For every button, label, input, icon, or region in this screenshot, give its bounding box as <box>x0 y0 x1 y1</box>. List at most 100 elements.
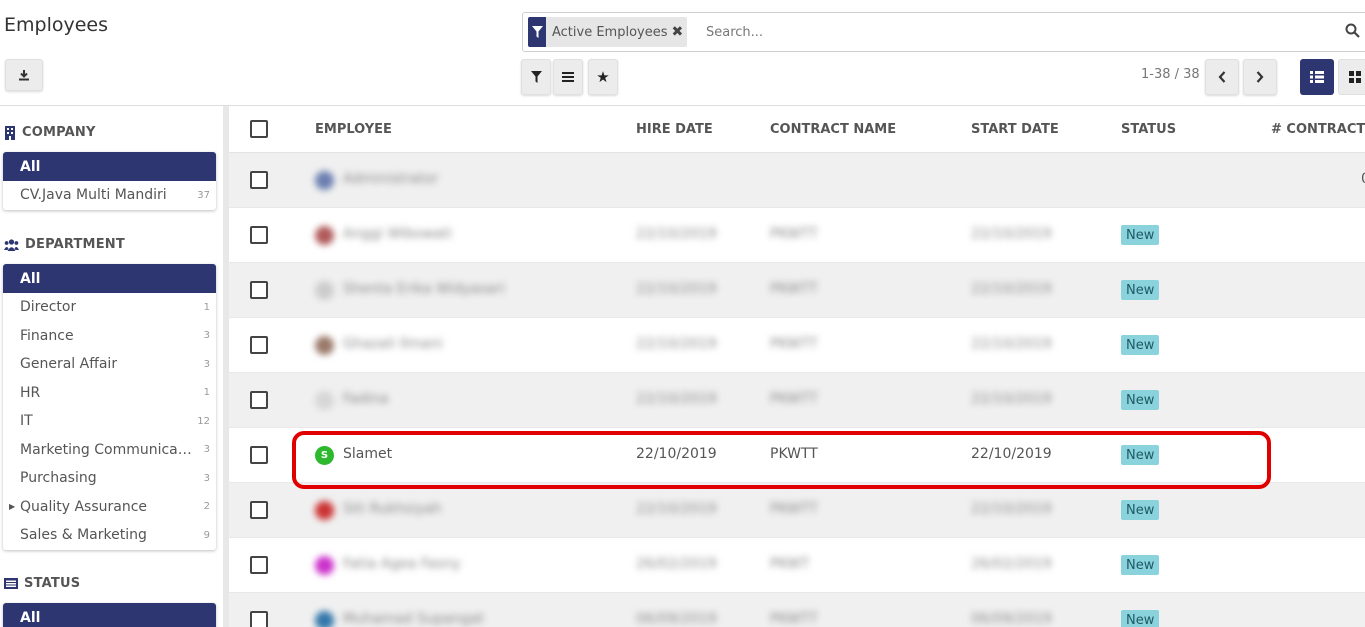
item-label: CV.Java Multi Mandiri <box>20 187 167 204</box>
employee-name: Administrator <box>343 171 439 187</box>
row-checkbox[interactable] <box>250 446 268 464</box>
employee-table: EMPLOYEE HIRE DATE CONTRACT NAME START D… <box>229 106 1365 627</box>
company-item-cv-java-multi-mandiri[interactable]: CV.Java Multi Mandiri 37 <box>3 181 216 210</box>
table-row[interactable]: Ghazali Ilmani 22/10/2019 PKWTT 22/10/2019 N… <box>229 318 1365 373</box>
table-row[interactable]: Administrator 0 <box>229 153 1365 208</box>
list-view-icon <box>1310 71 1324 83</box>
status-list-icon <box>4 578 18 589</box>
column-start-date[interactable]: START DATE <box>971 122 1059 137</box>
row-checkbox[interactable] <box>250 226 268 244</box>
column-status[interactable]: STATUS <box>1121 122 1176 137</box>
employee-name: Fadina <box>343 391 389 407</box>
item-label: Marketing Communicat... <box>20 441 195 458</box>
start-date: 22/10/2019 <box>971 391 1052 407</box>
contract-name: PKWTT <box>770 281 818 297</box>
item-count: 2 <box>203 501 210 513</box>
search-input[interactable] <box>706 21 1266 43</box>
column-hire-date[interactable]: HIRE DATE <box>636 122 713 137</box>
chevron-right-icon <box>1256 71 1264 83</box>
item-count: 9 <box>203 529 210 541</box>
filter-icon <box>528 17 546 47</box>
row-checkbox[interactable] <box>250 611 268 627</box>
search-bar[interactable]: Active Employees ✖ <box>522 12 1365 52</box>
table-row[interactable]: Muhamad Supangat 06/09/2019 PKWTT 06/09/201… <box>229 593 1365 627</box>
department-item-sales-marketing[interactable]: Sales & Marketing 9 <box>3 521 216 550</box>
item-label: Finance <box>20 327 74 344</box>
employees-page: Employees Active Employees ✖ ★ 1-38 / 38 <box>0 0 1365 627</box>
list-icon <box>562 72 574 82</box>
item-count: 1 <box>203 387 210 399</box>
contract-name: PKWTT <box>770 336 818 352</box>
department-item-it[interactable]: IT 12 <box>3 407 216 436</box>
hire-date: 06/09/2019 <box>636 611 717 627</box>
row-checkbox[interactable] <box>250 556 268 574</box>
search-facet-active-employees[interactable]: Active Employees ✖ <box>528 17 688 47</box>
download-button[interactable] <box>5 59 43 91</box>
column-contract-name[interactable]: CONTRACT NAME <box>770 122 896 137</box>
favorites-button[interactable]: ★ <box>588 59 618 95</box>
pager-previous-button[interactable] <box>1205 59 1239 95</box>
status-title: STATUS <box>24 576 81 591</box>
start-date: 22/10/2019 <box>971 226 1052 242</box>
row-checkbox[interactable] <box>250 501 268 519</box>
contracts-count: 0 <box>1361 171 1365 187</box>
column-contracts[interactable]: # CONTRACTS <box>1271 122 1365 137</box>
item-count: 3 <box>203 472 210 484</box>
pager-value[interactable]: 1-38 / 38 <box>1141 67 1200 82</box>
department-item-marketing-communication[interactable]: Marketing Communicat... 3 <box>3 436 216 465</box>
avatar <box>315 281 334 300</box>
star-icon: ★ <box>596 68 610 86</box>
contract-name: PKWTT <box>770 391 818 407</box>
item-label: All <box>20 158 41 175</box>
department-item-general-affair[interactable]: General Affair 3 <box>3 350 216 379</box>
list-view-button[interactable] <box>1300 59 1334 95</box>
select-all-checkbox[interactable] <box>250 120 268 138</box>
item-count: 1 <box>203 301 210 313</box>
caret-right-icon[interactable]: ▶ <box>9 502 15 511</box>
pager-next-button[interactable] <box>1243 59 1277 95</box>
employee-name: Ghazali Ilmani <box>343 336 443 352</box>
table-row[interactable]: Siti Rukhsiyah 22/10/2019 PKWTT 22/10/2019 N… <box>229 483 1365 538</box>
group-by-button[interactable] <box>553 59 583 95</box>
department-item-quality-assurance[interactable]: ▶ Quality Assurance 2 <box>3 493 216 522</box>
status-badge: New <box>1121 445 1160 465</box>
status-item-all[interactable]: All <box>3 603 216 627</box>
table-row[interactable]: S Slamet 22/10/2019 PKWTT 22/10/2019 New <box>229 428 1365 483</box>
kanban-view-button[interactable] <box>1338 59 1365 95</box>
hire-date: 22/10/2019 <box>636 446 717 462</box>
company-list: All CV.Java Multi Mandiri 37 <box>3 152 216 210</box>
facet-remove-icon[interactable]: ✖ <box>672 17 688 47</box>
department-list: All Director 1 Finance 3 General Affair 3 H… <box>3 264 216 550</box>
filters-button[interactable] <box>521 59 551 95</box>
avatar-initial: S <box>320 450 329 461</box>
company-item-all[interactable]: All <box>3 152 216 181</box>
item-label: Director <box>20 299 77 316</box>
row-checkbox[interactable] <box>250 336 268 354</box>
status-section-title: STATUS <box>4 576 80 591</box>
search-panel: COMPANY All CV.Java Multi Mandiri 37 DEP… <box>0 106 226 627</box>
status-badge: New <box>1121 555 1160 575</box>
table-row[interactable]: Fadina 22/10/2019 PKWTT 22/10/2019 New <box>229 373 1365 428</box>
search-icon[interactable] <box>1345 23 1360 38</box>
table-row[interactable]: Fatia Agea Fasny 26/02/2019 PKWT 26/02/2019… <box>229 538 1365 593</box>
table-row[interactable]: Shenta Erika Widyasari 22/10/2019 PKWTT 22/… <box>229 263 1365 318</box>
facet-label: Active Employees <box>552 24 668 40</box>
department-item-all[interactable]: All <box>3 264 216 293</box>
start-date: 26/02/2019 <box>971 556 1052 572</box>
item-label: All <box>20 270 41 287</box>
employee-name: Fatia Agea Fasny <box>343 556 461 572</box>
row-checkbox[interactable] <box>250 281 268 299</box>
start-date: 22/10/2019 <box>971 446 1052 462</box>
row-checkbox[interactable] <box>250 391 268 409</box>
item-label: HR <box>20 384 41 401</box>
department-item-hr[interactable]: HR 1 <box>3 379 216 408</box>
table-row[interactable]: Anggi Wibowati 22/10/2019 PKWTT 22/10/2019 N… <box>229 208 1365 263</box>
download-icon <box>19 70 29 81</box>
department-item-finance[interactable]: Finance 3 <box>3 322 216 351</box>
table-header: EMPLOYEE HIRE DATE CONTRACT NAME START D… <box>229 106 1365 153</box>
column-employee[interactable]: EMPLOYEE <box>315 122 392 137</box>
item-label: Quality Assurance <box>20 498 148 515</box>
row-checkbox[interactable] <box>250 171 268 189</box>
department-item-director[interactable]: Director 1 <box>3 293 216 322</box>
department-item-purchasing[interactable]: Purchasing 3 <box>3 464 216 493</box>
